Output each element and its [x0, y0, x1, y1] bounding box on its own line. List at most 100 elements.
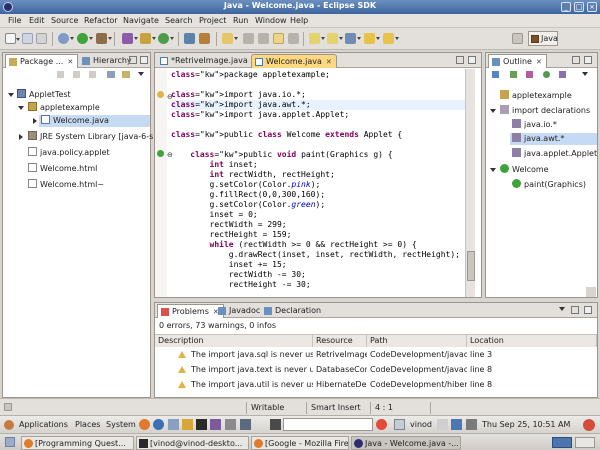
code-line[interactable]: int rectWidth, rectHeight; — [171, 170, 471, 180]
last-edit-icon[interactable] — [345, 33, 361, 44]
tree-item-java-policy[interactable]: java.policy.applet — [28, 147, 110, 159]
volume-icon[interactable] — [466, 419, 477, 430]
tree-item-jre-library[interactable]: JRE System Library [java-6-su — [28, 131, 158, 143]
tree-item-welcome-html[interactable]: Welcome.html — [28, 163, 97, 175]
maximize-view-icon[interactable] — [584, 306, 592, 314]
menu-navigate[interactable]: Navigate — [123, 16, 159, 25]
places-menu[interactable]: Places — [75, 420, 100, 429]
open-folder-icon[interactable] — [222, 33, 238, 44]
print-icon[interactable] — [36, 33, 47, 44]
outline-item-package[interactable]: appletexample — [500, 90, 572, 102]
view-menu-icon[interactable] — [559, 307, 565, 311]
code-line[interactable] — [171, 140, 471, 150]
taskbar-item-eclipse[interactable]: Java - Welcome.java -... — [351, 436, 461, 450]
menu-project[interactable]: Project — [199, 16, 226, 25]
hide-nonpublic-icon[interactable] — [543, 71, 550, 78]
close-icon[interactable]: ✕ — [536, 58, 542, 66]
menu-window[interactable]: Window — [255, 16, 287, 25]
taskbar-item-firefox[interactable]: [Google - Mozilla Fire... — [251, 436, 349, 450]
code-line[interactable]: int inset; — [171, 160, 471, 170]
code-line[interactable]: class="kw">import java.awt.*; — [171, 100, 471, 110]
menu-edit[interactable]: Edit — [29, 16, 45, 25]
code-line[interactable]: inset += 15; — [171, 260, 471, 270]
system-menu[interactable]: System — [106, 420, 136, 429]
minimize-view-icon[interactable] — [456, 56, 464, 64]
run-icon[interactable] — [77, 33, 93, 44]
code-line[interactable]: class="kw">import java.io.*; — [171, 90, 471, 100]
launcher-icon[interactable] — [225, 419, 236, 430]
view-menu-icon[interactable] — [138, 72, 144, 76]
code-line[interactable]: class="kw">public class Welcome extends … — [171, 130, 471, 140]
external-tools-icon[interactable] — [96, 33, 112, 44]
mail-icon[interactable] — [451, 419, 462, 430]
back-icon[interactable] — [57, 71, 64, 78]
tab-welcome-java[interactable]: Welcome.java ✕ — [251, 54, 337, 68]
toggle-block-icon[interactable] — [258, 33, 269, 44]
outline-item-class-welcome[interactable]: Welcome — [500, 164, 549, 176]
expand-twisty-icon[interactable] — [18, 106, 24, 110]
tree-item-appletexample[interactable]: appletexample — [28, 102, 100, 114]
debug-icon[interactable] — [58, 33, 74, 44]
toggle-mark-icon[interactable] — [243, 33, 254, 44]
table-row[interactable]: The import java.sql is never used Retriv… — [155, 349, 597, 363]
workspace-switcher-1[interactable] — [552, 437, 572, 448]
column-path[interactable]: Path — [367, 335, 467, 347]
open-perspective-icon[interactable] — [512, 33, 523, 44]
outline-item-import-applet[interactable]: java.applet.Applet — [512, 148, 597, 160]
outline-item-import-awt[interactable]: java.awt.* — [512, 133, 564, 145]
back-icon[interactable] — [364, 33, 380, 44]
code-line[interactable]: while (rectWidth >= 0 && rectHeight >= 0… — [171, 240, 471, 250]
code-line[interactable]: inset = 0; — [171, 210, 471, 220]
code-line[interactable]: rectWidth = 299; — [171, 220, 471, 230]
maximize-view-icon[interactable] — [140, 56, 148, 64]
search-box[interactable] — [283, 418, 373, 431]
table-row[interactable]: The import java.util is never usec Hiber… — [155, 379, 597, 393]
code-line[interactable]: g.setColor(Color.green); — [171, 200, 471, 210]
close-icon[interactable]: × — [587, 2, 597, 12]
maximize-view-icon[interactable] — [584, 56, 592, 64]
up-icon[interactable] — [89, 71, 96, 78]
launcher-icon[interactable] — [182, 419, 193, 430]
minimize-view-icon[interactable] — [572, 56, 580, 64]
tab-declaration[interactable]: Declaration — [261, 304, 325, 318]
outline-item-method-paint[interactable]: paint(Graphics) — [512, 179, 586, 191]
code-line[interactable]: g.setColor(Color.pink); — [171, 180, 471, 190]
tree-item-welcome-java[interactable]: Welcome.java — [41, 115, 109, 127]
column-resource[interactable]: Resource — [313, 335, 367, 347]
launcher-icon[interactable] — [168, 419, 179, 430]
tree-item-applettest[interactable]: AppletTest — [17, 89, 71, 101]
code-line[interactable] — [171, 120, 471, 130]
terminal-launcher-icon[interactable] — [196, 419, 207, 430]
outline-item-imports[interactable]: import declarations — [500, 105, 590, 117]
next-annotation-icon[interactable] — [309, 33, 325, 44]
menu-source[interactable]: Source — [51, 16, 78, 25]
collapse-twisty-icon[interactable] — [19, 134, 23, 140]
code-line[interactable]: rectHeight -= 30; — [171, 280, 471, 290]
clock[interactable]: Thu Sep 25, 10:51 AM — [482, 420, 570, 429]
code-line[interactable]: rectHeight = 159; — [171, 230, 471, 240]
network-icon[interactable] — [437, 419, 448, 430]
hide-static-icon[interactable] — [526, 71, 533, 78]
code-line[interactable]: class="kw">import java.applet.Applet; — [171, 110, 471, 120]
highlight-icon[interactable] — [273, 33, 284, 44]
maximize-icon[interactable]: □ — [574, 2, 584, 12]
column-location[interactable]: Location — [467, 335, 597, 347]
warning-marker-icon[interactable] — [157, 91, 164, 98]
save-icon[interactable] — [22, 33, 33, 44]
code-line[interactable] — [171, 80, 471, 90]
hide-fields-icon[interactable] — [510, 71, 517, 78]
tab-javadoc[interactable]: Javadoc — [215, 304, 264, 318]
evolution-launcher-icon[interactable] — [153, 419, 164, 430]
applications-menu[interactable]: Applications — [19, 420, 68, 429]
column-description[interactable]: Description — [155, 335, 313, 347]
open-type-icon[interactable] — [184, 33, 195, 44]
previous-annotation-icon[interactable] — [327, 33, 343, 44]
view-menu-icon[interactable] — [582, 72, 588, 76]
close-icon[interactable]: ✕ — [326, 58, 332, 66]
shutdown-icon[interactable] — [376, 419, 387, 430]
code-line[interactable]: class="kw">package appletexample; — [171, 70, 471, 80]
code-line[interactable]: class="kw">public void paint(Graphics g)… — [171, 150, 471, 160]
tab-outline[interactable]: Outline ✕ — [488, 54, 547, 68]
expand-twisty-icon[interactable] — [490, 168, 496, 172]
tree-item-welcome-html-backup[interactable]: Welcome.html~ — [28, 179, 104, 191]
